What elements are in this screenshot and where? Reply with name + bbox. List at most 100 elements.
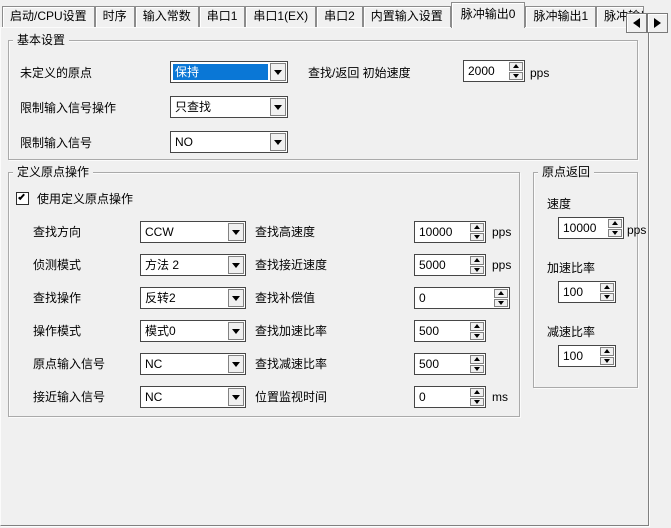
operation-mode-label: 操作模式 [33, 324, 81, 338]
origin-input-signal-select[interactable]: NC [140, 353, 246, 375]
dropdown-button[interactable] [270, 63, 286, 81]
spin-up-button[interactable] [470, 355, 484, 364]
spin-up-button[interactable] [470, 388, 484, 397]
chevron-down-icon [274, 140, 282, 145]
tab-timing[interactable]: 时序 [95, 6, 135, 27]
undefined-origin-label: 未定义的原点 [20, 66, 92, 80]
spin-down-button[interactable] [600, 293, 614, 302]
settings-tabbar: 启动/CPU设置 时序 输入常数 串口1 串口1(EX) 串口2 内置输入设置 … [2, 0, 668, 28]
spin-down-icon [498, 301, 504, 305]
spin-up-button[interactable] [470, 223, 484, 232]
spin-up-button[interactable] [470, 322, 484, 331]
spin-down-icon [604, 359, 610, 363]
tab-scroll-right-button[interactable] [647, 13, 668, 33]
spin-up-button[interactable] [608, 219, 622, 228]
use-origin-operation-label: 使用定义原点操作 [37, 192, 133, 206]
dropdown-button[interactable] [228, 223, 244, 241]
proximity-input-signal-select[interactable]: NC [140, 386, 246, 408]
spin-up-button[interactable] [494, 289, 508, 298]
chevron-down-icon [232, 230, 240, 235]
use-origin-operation-checkbox[interactable] [16, 192, 29, 205]
chevron-down-icon [232, 263, 240, 268]
initial-speed-input[interactable]: 2000 [463, 60, 525, 82]
chevron-down-icon [232, 395, 240, 400]
search-operation-select[interactable]: 反转2 [140, 287, 246, 309]
tab-serial-port-2[interactable]: 串口2 [316, 6, 363, 27]
search-compensation-input[interactable]: 0 [414, 287, 510, 309]
spin-up-button[interactable] [600, 347, 614, 356]
search-compensation-label: 查找补偿值 [255, 291, 315, 305]
spin-up-icon [474, 390, 480, 394]
initial-speed-unit: pps [530, 66, 549, 80]
limit-input-operation-select[interactable]: 只查找 [170, 96, 288, 118]
spin-down-button[interactable] [600, 357, 614, 366]
tab-builtin-input-settings[interactable]: 内置输入设置 [363, 6, 451, 27]
search-high-speed-value: 10000 [419, 225, 452, 239]
search-compensation-value: 0 [419, 291, 426, 305]
spin-down-icon [474, 367, 480, 371]
tab-serial-port-1-ex[interactable]: 串口1(EX) [245, 6, 316, 27]
arrow-left-icon [633, 18, 640, 28]
position-monitor-time-input[interactable]: 0 [414, 386, 486, 408]
search-direction-select[interactable]: CCW [140, 221, 246, 243]
chevron-down-icon [232, 296, 240, 301]
spin-down-button[interactable] [494, 299, 508, 308]
spin-down-button[interactable] [470, 365, 484, 374]
spin-down-icon [474, 400, 480, 404]
limit-input-signal-select[interactable]: NO [170, 131, 288, 153]
search-accel-ratio-value: 500 [419, 324, 439, 338]
arrow-right-icon [654, 18, 661, 28]
spin-down-icon [474, 268, 480, 272]
dropdown-button[interactable] [228, 256, 244, 274]
search-proximity-speed-input[interactable]: 5000 [414, 254, 486, 276]
tab-pulse-output-1[interactable]: 脉冲输出1 [525, 6, 596, 27]
dropdown-button[interactable] [270, 98, 286, 116]
return-speed-input[interactable]: 10000 [558, 217, 624, 239]
spin-up-button[interactable] [470, 256, 484, 265]
dropdown-button[interactable] [228, 289, 244, 307]
tab-input-constants[interactable]: 输入常数 [135, 6, 199, 27]
spin-down-button[interactable] [608, 229, 622, 238]
dropdown-button[interactable] [270, 133, 286, 151]
search-decel-ratio-input[interactable]: 500 [414, 353, 486, 375]
spin-down-button[interactable] [509, 72, 523, 81]
chevron-down-icon [232, 362, 240, 367]
search-accel-ratio-input[interactable]: 500 [414, 320, 486, 342]
spin-down-button[interactable] [470, 398, 484, 407]
undefined-origin-select[interactable]: 保持 [170, 61, 288, 83]
origin-input-signal-label: 原点输入信号 [33, 357, 105, 371]
limit-input-signal-label: 限制输入信号 [20, 136, 92, 150]
spin-up-button[interactable] [509, 62, 523, 71]
return-accel-ratio-input[interactable]: 100 [558, 281, 616, 303]
spin-up-button[interactable] [600, 283, 614, 292]
proximity-input-signal-value: NC [145, 390, 225, 404]
spin-up-icon [604, 285, 610, 289]
search-high-speed-unit: pps [492, 225, 511, 239]
return-decel-ratio-input[interactable]: 100 [558, 345, 616, 367]
detection-mode-label: 侦测模式 [33, 258, 81, 272]
return-speed-unit: pps [627, 223, 646, 237]
spin-down-button[interactable] [470, 266, 484, 275]
origin-operation-group-title: 定义原点操作 [13, 165, 93, 179]
return-speed-value: 10000 [563, 221, 596, 235]
dropdown-button[interactable] [228, 355, 244, 373]
spin-up-icon [612, 221, 618, 225]
spin-up-icon [474, 324, 480, 328]
tab-pulse-output-0[interactable]: 脉冲输出0 [451, 2, 526, 28]
dropdown-button[interactable] [228, 388, 244, 406]
spin-down-button[interactable] [470, 332, 484, 341]
position-monitor-time-unit: ms [492, 390, 508, 404]
search-high-speed-input[interactable]: 10000 [414, 221, 486, 243]
checkmark-icon [18, 193, 25, 200]
initial-speed-value: 2000 [468, 64, 495, 78]
operation-mode-select[interactable]: 模式0 [140, 320, 246, 342]
detection-mode-select[interactable]: 方法 2 [140, 254, 246, 276]
search-proximity-speed-label: 查找接近速度 [255, 258, 327, 272]
search-direction-value: CCW [145, 225, 225, 239]
spin-down-icon [474, 334, 480, 338]
tab-scroll-left-button[interactable] [626, 13, 647, 33]
spin-down-button[interactable] [470, 233, 484, 242]
tab-startup-cpu-settings[interactable]: 启动/CPU设置 [2, 6, 95, 27]
dropdown-button[interactable] [228, 322, 244, 340]
tab-serial-port-1[interactable]: 串口1 [199, 6, 246, 27]
